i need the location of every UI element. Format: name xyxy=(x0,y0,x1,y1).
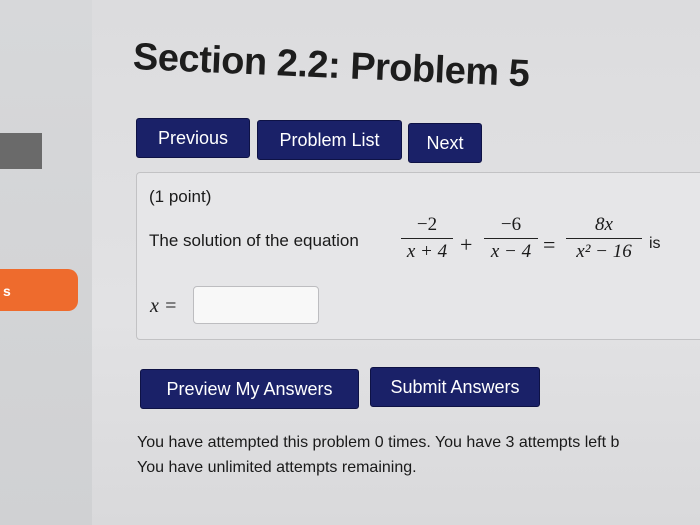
point-value: (1 point) xyxy=(149,187,212,206)
fraction-2-denominator: x − 4 xyxy=(490,241,532,262)
fraction-3: 8x x² − 16 xyxy=(566,214,642,263)
fraction-3-numerator: 8x xyxy=(566,214,642,239)
fraction-1-numerator: −2 xyxy=(401,214,453,239)
answer-label: x = xyxy=(150,295,178,317)
problem-list-button[interactable]: Problem List xyxy=(257,120,402,160)
equation-suffix: is xyxy=(649,235,661,252)
fraction-3-denominator: x² − 16 xyxy=(576,241,632,262)
attempts-remaining: You have unlimited attempts remaining. xyxy=(137,459,417,476)
sidebar-item-label: s xyxy=(3,283,11,299)
plus-sign: + xyxy=(460,232,473,257)
fraction-2-numerator: −6 xyxy=(484,214,538,239)
sidebar-item-active[interactable]: s xyxy=(0,269,78,311)
next-button[interactable]: Next xyxy=(408,123,482,163)
previous-button[interactable]: Previous xyxy=(136,118,250,158)
sidebar-block xyxy=(0,133,42,169)
fraction-1: −2 x + 4 xyxy=(401,214,453,263)
left-sidebar: s xyxy=(0,0,92,525)
problem-prompt: The solution of the equation xyxy=(149,231,359,250)
submit-answers-button[interactable]: Submit Answers xyxy=(370,367,540,407)
fraction-1-denominator: x + 4 xyxy=(406,241,448,262)
attempts-status: You have attempted this problem 0 times.… xyxy=(137,434,620,451)
preview-answers-button[interactable]: Preview My Answers xyxy=(140,369,359,409)
fraction-2: −6 x − 4 xyxy=(484,214,538,263)
equals-sign: = xyxy=(543,232,556,257)
answer-input[interactable] xyxy=(193,286,319,324)
